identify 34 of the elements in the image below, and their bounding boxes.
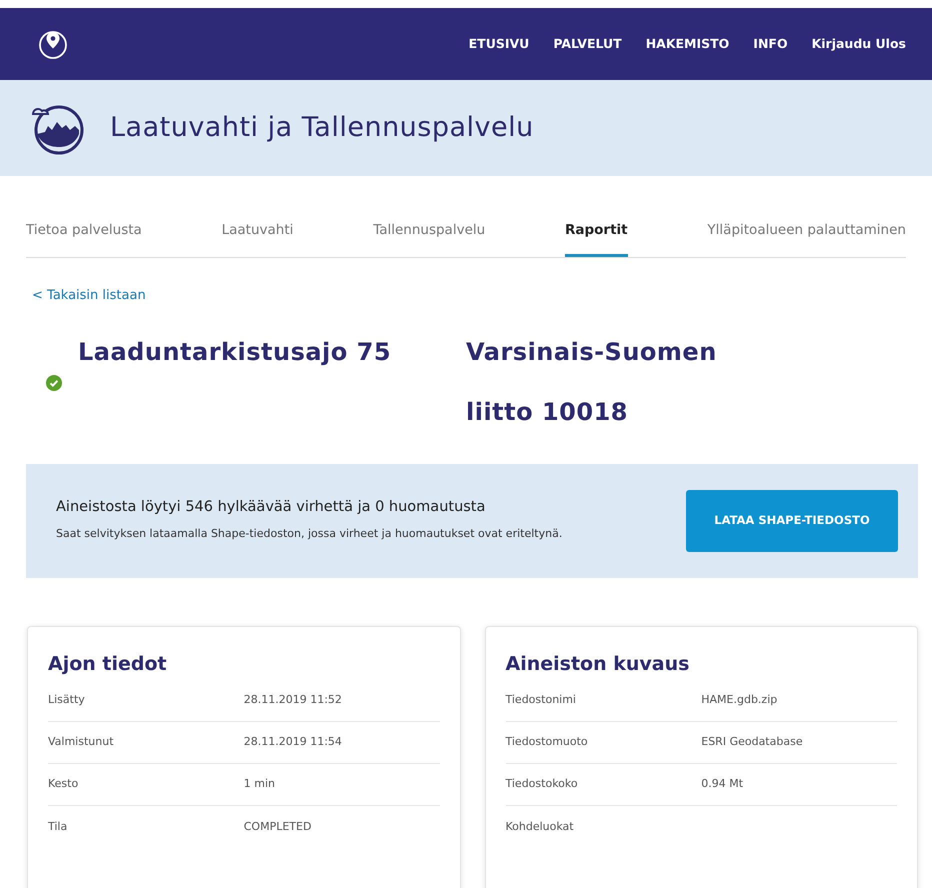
notice-text: Saat selvityksen lataamalla Shape-tiedoston, jossa virheet ja huomautukset ovat eriteltynä.: [56, 526, 564, 542]
tab[interactable]: Raportit: [564, 210, 628, 258]
field-value: COMPLETED: [244, 818, 312, 835]
field-value: HAME.gdb.zip: [701, 692, 778, 708]
notice-heading: Aineistosta löytyi 546 hylkäävää virhettä ja 0 huomautusta: [56, 498, 486, 518]
field-label: Kesto: [48, 776, 80, 792]
location-pin-icon[interactable]: [38, 28, 68, 60]
field-value: 1 min: [244, 776, 276, 792]
nav-link[interactable]: PALVELUT: [553, 34, 622, 54]
field-label: Lisätty: [48, 692, 86, 708]
banner-title: Laatuvahti ja Tallennuspalvelu: [110, 112, 534, 144]
field-value: 28.11.2019 11:52: [244, 692, 343, 708]
field-label: Tiedostokoko: [506, 776, 579, 792]
card-title: Ajon tiedot: [48, 653, 168, 676]
field-value: 28.11.2019 11:54: [244, 734, 343, 750]
field-value: 0.94 Mt: [701, 776, 744, 792]
nav-link[interactable]: ETUSIVU: [468, 34, 530, 54]
field-value: ESRI Geodatabase: [701, 734, 804, 750]
tab[interactable]: Laatuvahti: [222, 210, 294, 258]
nav-link[interactable]: Kirjaudu Ulos: [812, 34, 906, 54]
tab[interactable]: Tietoa palvelusta: [26, 210, 142, 258]
field-label: Tila: [48, 818, 68, 835]
field-label: Tiedostomuoto: [506, 734, 589, 750]
back-link[interactable]: < Takaisin listaan: [32, 288, 146, 304]
tab[interactable]: Tallennuspalvelu: [373, 210, 486, 258]
field-label: Tiedostonimi: [506, 692, 577, 708]
nav-link[interactable]: INFO: [753, 34, 788, 54]
report-title: Laaduntarkistusajo 75: [78, 337, 392, 368]
card-title: Aineiston kuvaus: [506, 653, 690, 676]
organisation-title: Varsinais-Suomen liitto 10018: [466, 337, 718, 428]
field-label: Kohdeluokat: [506, 818, 575, 835]
field-label: Valmistunut: [48, 734, 115, 750]
nav-link[interactable]: HAKEMISTO: [646, 34, 730, 54]
tab[interactable]: Ylläpitoalueen palauttaminen: [707, 210, 906, 258]
